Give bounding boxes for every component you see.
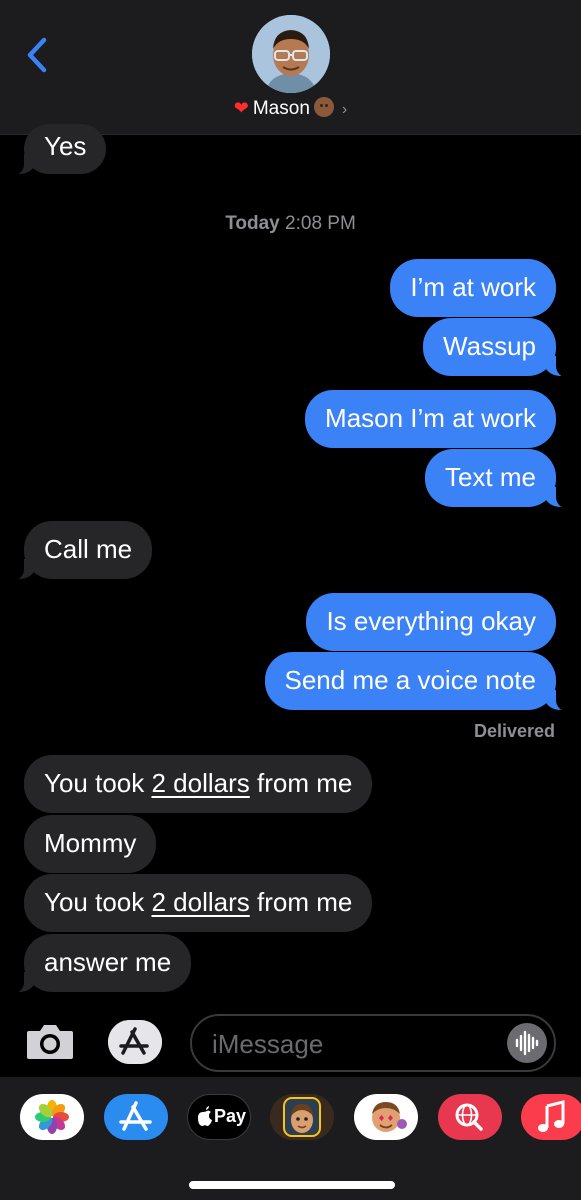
timestamp-day: Today xyxy=(225,213,280,234)
message-bubble-outgoing[interactable]: I’m at work xyxy=(390,259,556,317)
heart-icon: ❤ xyxy=(233,98,249,118)
memoji-stickers-icon[interactable] xyxy=(354,1094,418,1140)
message-bubble-incoming[interactable]: You took 2 dollars from me xyxy=(24,755,373,813)
music-icon[interactable] xyxy=(521,1094,581,1140)
imessage-input[interactable]: iMessage xyxy=(190,1014,556,1072)
contact-name-row[interactable]: ❤ Mason › xyxy=(0,97,581,123)
message-bubble-outgoing[interactable]: Is everything okay xyxy=(306,593,556,651)
contact-name: Mason xyxy=(252,98,310,119)
message-text: from me xyxy=(249,887,353,917)
message-timestamp: Today 2:08 PM xyxy=(0,213,581,235)
contact-avatar[interactable] xyxy=(252,15,330,93)
data-detector-link[interactable]: 2 dollars xyxy=(151,768,249,798)
apple-pay-icon[interactable]: Pay xyxy=(187,1094,251,1140)
message-text: Wassup xyxy=(443,331,536,361)
message-bubble-outgoing[interactable]: Wassup xyxy=(423,318,570,378)
message-text: You took xyxy=(44,887,152,917)
message-bubble-incoming[interactable]: Call me xyxy=(9,521,153,581)
search-images-icon[interactable] xyxy=(438,1094,502,1140)
back-chevron-icon[interactable] xyxy=(22,36,52,74)
photos-app-icon[interactable] xyxy=(20,1094,84,1140)
message-bubble-incoming[interactable]: Yes xyxy=(9,124,107,176)
message-text: I’m at work xyxy=(410,272,536,302)
message-text: Send me a voice note xyxy=(284,665,537,695)
conversation-header: ❤ Mason › xyxy=(0,0,581,135)
timestamp-time: 2:08 PM xyxy=(285,213,356,234)
message-bubble-incoming[interactable]: You took 2 dollars from me xyxy=(24,874,373,932)
input-placeholder: iMessage xyxy=(212,1029,324,1059)
audio-waveform-icon[interactable] xyxy=(507,1023,547,1063)
app-store-icon[interactable] xyxy=(104,1094,168,1140)
message-bubble-incoming[interactable]: answer me xyxy=(9,934,192,994)
message-bubble-outgoing[interactable]: Text me xyxy=(424,449,571,509)
app-store-button-icon[interactable] xyxy=(108,1020,162,1064)
data-detector-link[interactable]: 2 dollars xyxy=(151,887,249,917)
message-text: Text me xyxy=(444,462,536,492)
chevron-right-icon: › xyxy=(341,101,348,118)
message-text: from me xyxy=(249,768,353,798)
message-text: answer me xyxy=(44,947,172,977)
message-text: Mommy xyxy=(44,828,137,858)
memoji-icon[interactable] xyxy=(270,1094,334,1140)
face-emoji-icon xyxy=(313,97,334,117)
apple-pay-label: Pay xyxy=(214,1106,247,1126)
message-text: You took xyxy=(44,768,152,798)
message-bubble-outgoing[interactable]: Send me a voice note xyxy=(264,652,570,712)
camera-icon[interactable] xyxy=(25,1023,75,1061)
message-text: Call me xyxy=(44,534,133,564)
home-indicator[interactable] xyxy=(189,1181,395,1189)
message-text: Mason I’m at work xyxy=(325,403,536,433)
message-bubble-incoming[interactable]: Mommy xyxy=(24,815,157,873)
delivered-status: Delivered xyxy=(473,721,555,741)
message-bubble-outgoing[interactable]: Mason I’m at work xyxy=(305,390,556,448)
message-text: Is everything okay xyxy=(326,606,536,636)
message-text: Yes xyxy=(44,131,87,161)
